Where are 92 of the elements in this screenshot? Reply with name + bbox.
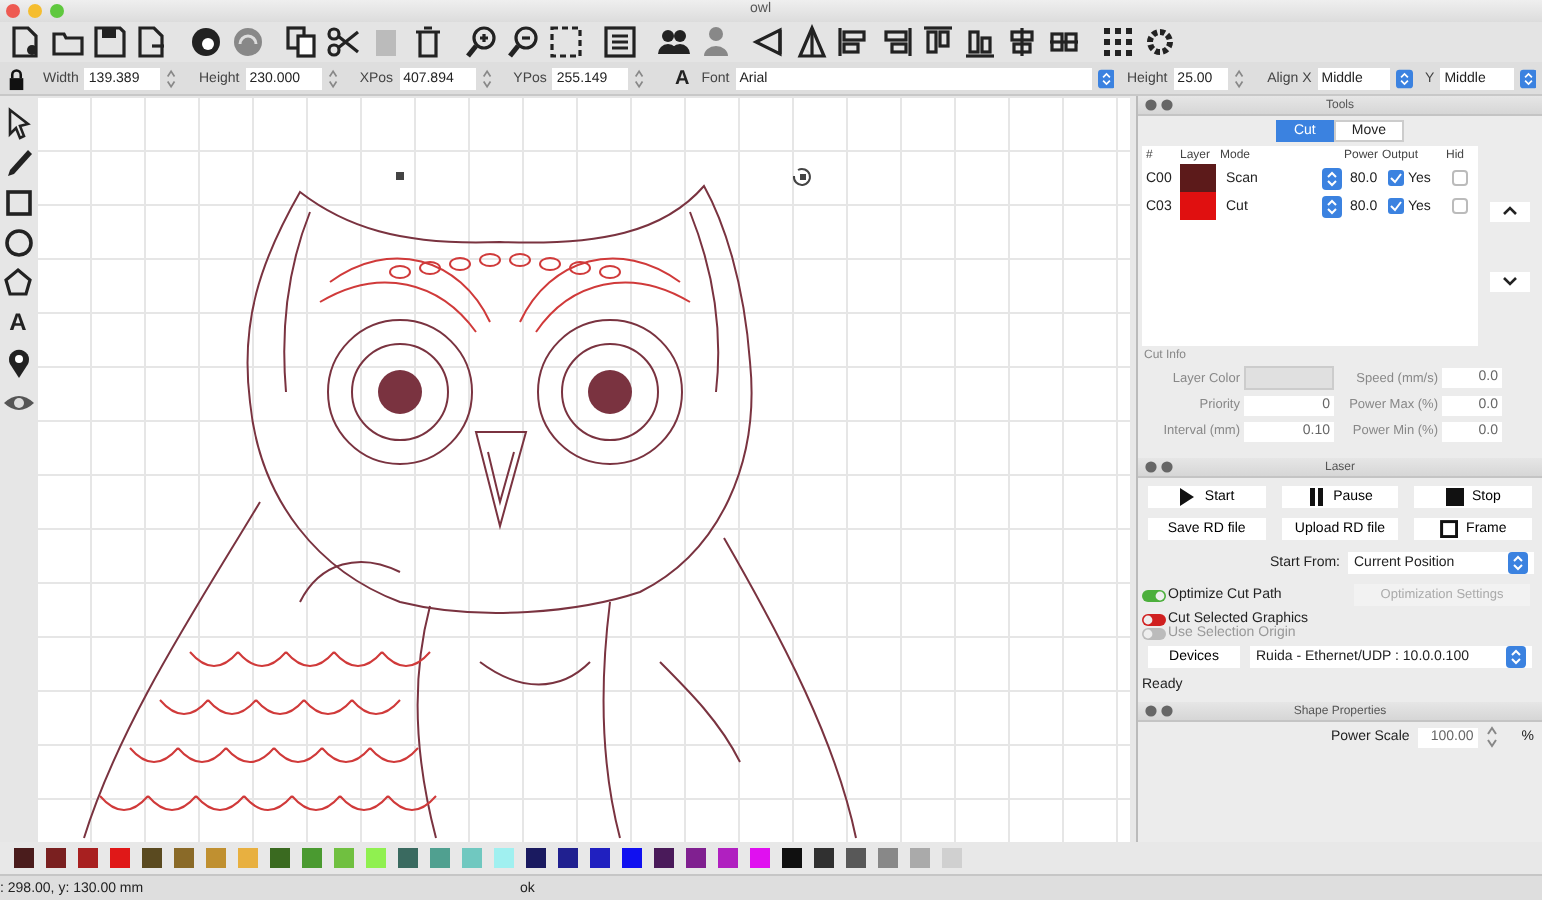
color-swatch[interactable] — [270, 848, 290, 868]
design-canvas[interactable] — [36, 96, 1130, 842]
dropdown-arrow-icon[interactable] — [1519, 67, 1537, 89]
trash-icon[interactable] — [410, 24, 446, 60]
align-top-icon[interactable] — [920, 24, 956, 60]
color-swatch[interactable] — [398, 848, 418, 868]
color-swatch[interactable] — [878, 848, 898, 868]
text-tool-icon[interactable]: A — [674, 67, 690, 89]
align-center-icon[interactable] — [1004, 24, 1040, 60]
zoom-out-icon[interactable] — [506, 24, 542, 60]
color-swatch[interactable] — [526, 848, 546, 868]
checkbox[interactable] — [1452, 170, 1468, 186]
color-swatch[interactable] — [590, 848, 610, 868]
color-swatch[interactable] — [718, 848, 738, 868]
dropdown-arrow-icon[interactable] — [1322, 195, 1342, 217]
color-swatch[interactable] — [78, 848, 98, 868]
polygon-icon[interactable] — [1, 266, 35, 300]
color-swatch[interactable] — [110, 848, 130, 868]
export-file-icon[interactable] — [134, 24, 170, 60]
rotate-handle-icon[interactable] — [792, 167, 811, 186]
caret-up-icon — [1502, 206, 1518, 216]
save-icon[interactable] — [92, 24, 128, 60]
color-swatch[interactable] — [494, 848, 514, 868]
close-button[interactable] — [6, 4, 20, 18]
spinner-icon[interactable] — [327, 67, 338, 89]
panel-window-buttons-icon[interactable] — [1144, 98, 1176, 112]
layer-color-field[interactable] — [1244, 366, 1334, 390]
move-down-button[interactable] — [1490, 271, 1530, 291]
color-swatch[interactable] — [750, 848, 770, 868]
panel-window-buttons-icon[interactable] — [1144, 460, 1176, 474]
color-swatch[interactable] — [846, 848, 866, 868]
color-swatch[interactable] — [366, 848, 386, 868]
dropdown-arrow-icon[interactable] — [1322, 167, 1342, 189]
selection-handle[interactable] — [396, 172, 404, 180]
layer-color-swatch[interactable] — [1180, 192, 1216, 220]
align-right-icon[interactable] — [878, 24, 914, 60]
color-swatch[interactable] — [174, 848, 194, 868]
toggle-switch[interactable] — [1142, 613, 1166, 625]
move-up-button[interactable] — [1490, 201, 1530, 221]
flip-vertical-icon[interactable] — [794, 24, 830, 60]
color-swatch[interactable] — [910, 848, 930, 868]
color-swatch[interactable] — [782, 848, 802, 868]
color-swatch[interactable] — [558, 848, 578, 868]
align-left-icon[interactable] — [836, 24, 872, 60]
color-swatch[interactable] — [302, 848, 322, 868]
selection-icon[interactable] — [548, 24, 584, 60]
flip-horizontal-icon[interactable] — [752, 24, 788, 60]
spinner-icon[interactable] — [166, 67, 177, 89]
align-bottom-icon[interactable] — [962, 24, 998, 60]
people-icon[interactable] — [656, 24, 692, 60]
scissors-icon[interactable] — [326, 24, 362, 60]
spinner-icon[interactable] — [634, 67, 645, 89]
spinner-icon[interactable] — [481, 67, 492, 89]
color-swatch[interactable] — [430, 848, 450, 868]
color-swatch[interactable] — [622, 848, 642, 868]
color-swatch[interactable] — [814, 848, 834, 868]
list-icon[interactable] — [602, 24, 638, 60]
dropdown-arrow-icon[interactable] — [1506, 646, 1526, 668]
stop-icon — [1445, 488, 1464, 506]
zoom-in-icon[interactable] — [464, 24, 500, 60]
spinner-icon[interactable] — [1485, 726, 1498, 748]
layer-color-swatch[interactable] — [1180, 164, 1216, 192]
dropdown-arrow-icon[interactable] — [1097, 67, 1115, 89]
settings-icon[interactable] — [1142, 24, 1178, 60]
color-swatch[interactable] — [46, 848, 66, 868]
owl-drawing[interactable] — [83, 185, 857, 839]
dropdown-arrow-icon[interactable] — [1508, 552, 1528, 574]
play-icon — [1178, 488, 1197, 506]
color-swatch[interactable] — [462, 848, 482, 868]
color-swatch[interactable] — [942, 848, 962, 868]
color-swatch[interactable] — [14, 848, 34, 868]
color-swatch[interactable] — [654, 848, 674, 868]
dropdown-arrow-icon[interactable] — [1396, 67, 1414, 89]
caret-down-icon — [1502, 276, 1518, 286]
toggle-switch[interactable] — [1142, 589, 1166, 601]
color-swatch[interactable] — [334, 848, 354, 868]
circle-icon[interactable] — [1, 226, 35, 260]
color-swatch[interactable] — [142, 848, 162, 868]
new-file-icon[interactable] — [8, 24, 44, 60]
lock-icon[interactable] — [8, 65, 25, 91]
grid-icon[interactable] — [1100, 24, 1136, 60]
color-swatch[interactable] — [238, 848, 258, 868]
pause-icon — [1307, 488, 1326, 506]
copy-icon[interactable] — [284, 24, 320, 60]
color-swatch[interactable] — [686, 848, 706, 868]
panel-window-buttons-icon[interactable] — [1144, 704, 1176, 718]
checkbox[interactable] — [1452, 198, 1468, 214]
rectangle-icon[interactable] — [1, 186, 35, 220]
color-swatch[interactable] — [206, 848, 226, 868]
frame-icon — [1440, 520, 1459, 538]
spinner-icon[interactable] — [1234, 67, 1246, 89]
text-tool-icon[interactable]: A — [9, 306, 27, 340]
